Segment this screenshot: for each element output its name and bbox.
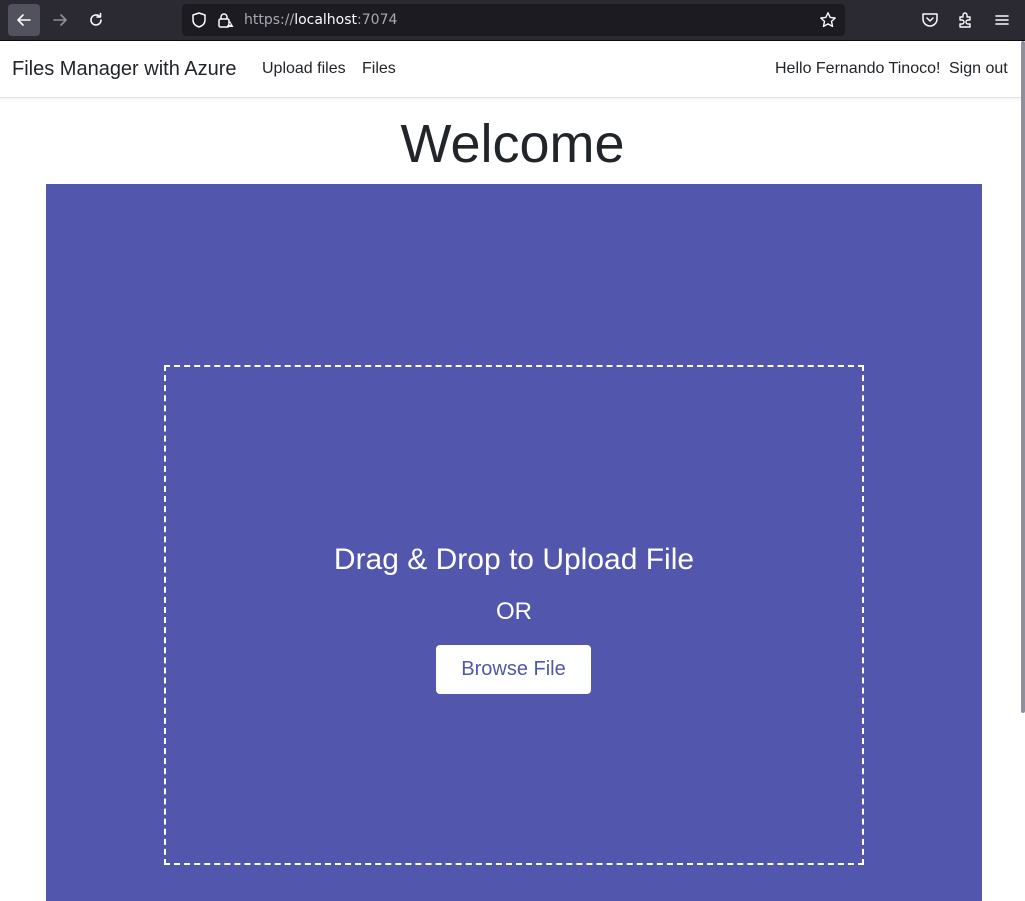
reload-icon xyxy=(90,12,102,26)
browser-toolbar: https://localhost:7074 xyxy=(0,0,1025,41)
nav-upload-files[interactable]: Upload files xyxy=(262,60,346,78)
url-port: :7074 xyxy=(357,12,398,28)
back-arrow-icon xyxy=(17,14,31,26)
app-navbar: Files Manager with Azure Upload files Fi… xyxy=(0,41,1025,98)
url-bar[interactable]: https://localhost:7074 xyxy=(182,4,845,36)
page-title: Welcome xyxy=(400,114,625,174)
drop-zone[interactable]: Drag & Drop to Upload File OR Browse Fil… xyxy=(164,365,864,865)
upload-panel: Drag & Drop to Upload File OR Browse Fil… xyxy=(46,184,982,901)
extensions-icon[interactable] xyxy=(956,10,976,30)
shield-icon[interactable] xyxy=(190,11,208,29)
forward-arrow-icon xyxy=(53,14,67,26)
brand-link[interactable]: Files Manager with Azure xyxy=(12,58,237,81)
back-button[interactable] xyxy=(8,4,40,36)
bookmark-star-icon[interactable] xyxy=(819,11,837,29)
nav-files[interactable]: Files xyxy=(362,60,396,78)
url-text[interactable]: https://localhost:7074 xyxy=(244,12,397,28)
pocket-icon[interactable] xyxy=(920,10,940,30)
insecure-lock-icon[interactable] xyxy=(216,11,234,29)
sign-out-link[interactable]: Sign out xyxy=(949,60,1008,78)
reload-button[interactable] xyxy=(80,4,112,36)
hamburger-menu-icon[interactable] xyxy=(992,10,1012,30)
url-host: localhost xyxy=(294,12,358,28)
user-greeting[interactable]: Hello Fernando Tinoco! xyxy=(775,60,940,78)
forward-button[interactable] xyxy=(44,4,76,36)
drop-zone-title: Drag & Drop to Upload File xyxy=(333,543,695,576)
url-scheme: https:// xyxy=(244,12,295,28)
drop-zone-or: OR xyxy=(496,598,532,625)
browse-file-button[interactable]: Browse File xyxy=(436,645,591,694)
